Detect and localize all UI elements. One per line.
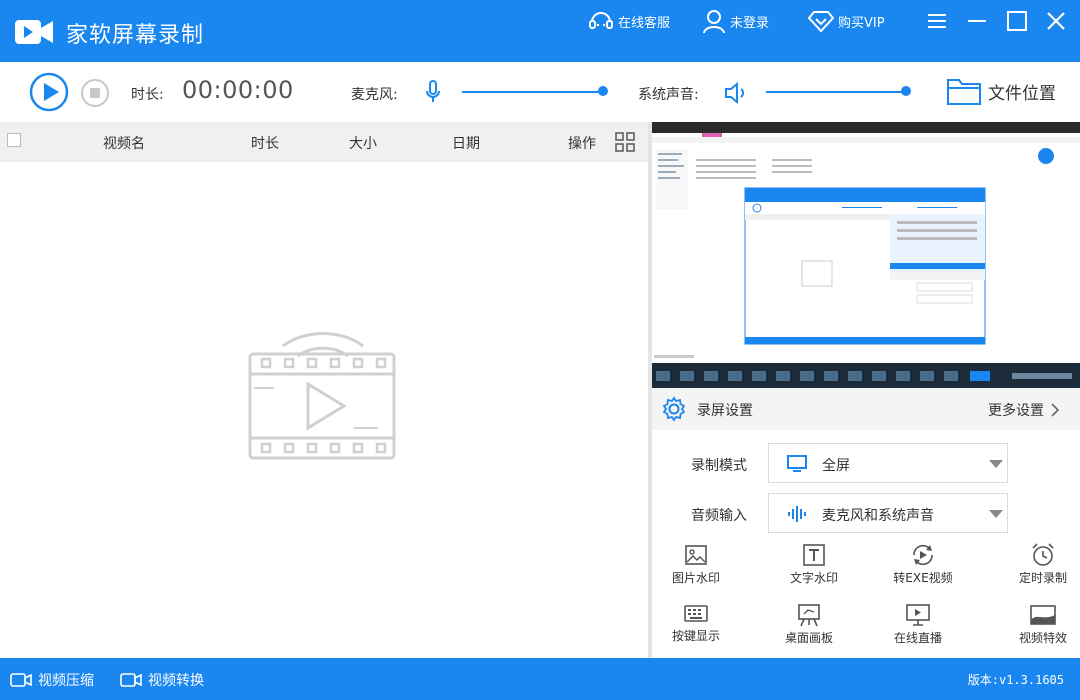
video-convert-label: 视频转换: [148, 673, 204, 689]
screen-preview: [652, 122, 1080, 388]
image-watermark-label: 图片水印: [671, 571, 720, 585]
image-icon: [685, 545, 707, 565]
title-bar: 家软屏幕录制 在线客服 未登录 购买VIP: [0, 0, 1080, 62]
mic-volume-knob[interactable]: [598, 86, 608, 96]
minimize-icon[interactable]: [964, 8, 990, 34]
monitor-icon: [787, 455, 807, 472]
buy-vip-button[interactable]: 购买VIP: [808, 9, 885, 33]
preview-screenshot: [652, 133, 1080, 358]
more-settings-label: 更多设置: [988, 403, 1044, 419]
chevron-down-icon: [989, 460, 1003, 468]
record-mode-value: 全屏: [822, 458, 850, 474]
text-watermark-label: 文字水印: [789, 571, 838, 585]
audio-input-select[interactable]: 麦克风和系统声音: [768, 493, 1008, 533]
col-size[interactable]: 大小: [349, 133, 377, 153]
app-logo-icon: [15, 20, 53, 44]
folder-icon: [947, 79, 981, 105]
record-settings-title: 录屏设置: [697, 403, 753, 419]
close-icon[interactable]: [1043, 8, 1069, 34]
system-volume-slider[interactable]: [766, 91, 906, 93]
text-watermark-button[interactable]: 文字水印: [774, 543, 854, 599]
live-stream-label: 在线直播: [893, 631, 942, 645]
menu-icon[interactable]: [924, 8, 950, 34]
desktop-board-button[interactable]: 桌面画板: [769, 603, 849, 659]
key-display-button[interactable]: 按键显示: [656, 603, 736, 659]
headset-icon: [589, 12, 613, 29]
maximize-icon[interactable]: [1004, 8, 1030, 34]
stop-record-button[interactable]: [80, 78, 110, 108]
microphone-icon[interactable]: [426, 80, 440, 104]
preview-window-bar: [652, 122, 1080, 133]
video-compress-button[interactable]: 视频压缩: [10, 670, 94, 690]
system-sound-label: 系统声音:: [638, 87, 699, 103]
mic-label: 麦克风:: [351, 87, 398, 103]
scheduled-record-label: 定时录制: [1018, 571, 1067, 585]
col-actions: 操作: [568, 136, 596, 152]
start-record-button[interactable]: [29, 72, 69, 112]
recording-toolbar: 时长: 00:00:00 麦克风: 系统声音: 文件位置: [0, 62, 1080, 122]
record-settings-header: 录屏设置 更多设置: [652, 388, 1080, 430]
version-label: 版本:v1.3.1605: [967, 673, 1064, 687]
preview-desktop: [652, 133, 1080, 363]
online-service-button[interactable]: 在线客服: [588, 9, 670, 33]
empty-video-icon: [248, 332, 396, 460]
key-display-label: 按键显示: [671, 629, 720, 643]
mic-volume-slider[interactable]: [462, 91, 604, 93]
preview-taskbar: [652, 363, 1080, 388]
col-date[interactable]: 日期: [452, 133, 480, 153]
login-button[interactable]: 未登录: [702, 9, 769, 33]
system-volume-knob[interactable]: [901, 86, 911, 96]
grid-view-icon[interactable]: [615, 132, 635, 152]
audio-input-value: 麦克风和系统声音: [822, 508, 934, 524]
diamond-icon: [808, 11, 834, 32]
file-location-label: 文件位置: [988, 83, 1056, 104]
video-effects-button[interactable]: 视频特效: [1003, 603, 1080, 659]
video-compress-label: 视频压缩: [38, 673, 94, 689]
convert-exe-button[interactable]: 转EXE视频: [883, 543, 963, 599]
app-title: 家软屏幕录制: [66, 23, 205, 48]
col-duration[interactable]: 时长: [251, 133, 279, 153]
buy-vip-label: 购买VIP: [838, 15, 885, 31]
scheduled-record-button[interactable]: 定时录制: [1003, 543, 1080, 599]
live-icon: [906, 604, 930, 626]
video-effects-label: 视频特效: [1018, 631, 1067, 645]
record-mode-label: 录制模式: [691, 458, 747, 474]
user-icon: [703, 10, 725, 33]
chevron-down-icon: [989, 510, 1003, 518]
audio-input-label: 音频输入: [691, 508, 747, 524]
desktop-board-label: 桌面画板: [784, 631, 833, 645]
text-icon: [803, 544, 825, 566]
online-service-label: 在线客服: [618, 15, 671, 31]
video-camera-icon: [10, 673, 32, 687]
convert-icon: [913, 544, 933, 566]
speaker-icon[interactable]: [724, 81, 748, 105]
select-all-checkbox[interactable]: [7, 133, 21, 147]
video-camera-icon: [120, 673, 142, 687]
easel-icon: [798, 604, 820, 627]
file-location-button[interactable]: 文件位置: [946, 76, 1056, 106]
login-label: 未登录: [730, 15, 770, 31]
keyboard-icon: [684, 605, 708, 622]
gear-icon: [662, 396, 686, 422]
col-video-name[interactable]: 视频名: [103, 133, 145, 153]
alarm-icon: [1032, 543, 1054, 566]
more-settings-button[interactable]: 更多设置: [988, 400, 1060, 420]
video-convert-button[interactable]: 视频转换: [120, 670, 204, 690]
duration-label: 时长:: [131, 87, 164, 103]
audio-wave-icon: [788, 506, 806, 522]
image-watermark-button[interactable]: 图片水印: [656, 543, 736, 599]
record-mode-select[interactable]: 全屏: [768, 443, 1008, 483]
chevron-right-icon: [1051, 403, 1060, 417]
status-bar: 视频压缩 视频转换 版本:v1.3.1605: [0, 658, 1080, 700]
live-stream-button[interactable]: 在线直播: [878, 603, 958, 659]
video-list-header: 视频名 时长 大小 日期 操作: [0, 122, 648, 162]
convert-exe-label: 转EXE视频: [893, 571, 953, 585]
effects-icon: [1030, 605, 1056, 625]
duration-value: 00:00:00: [182, 76, 294, 104]
